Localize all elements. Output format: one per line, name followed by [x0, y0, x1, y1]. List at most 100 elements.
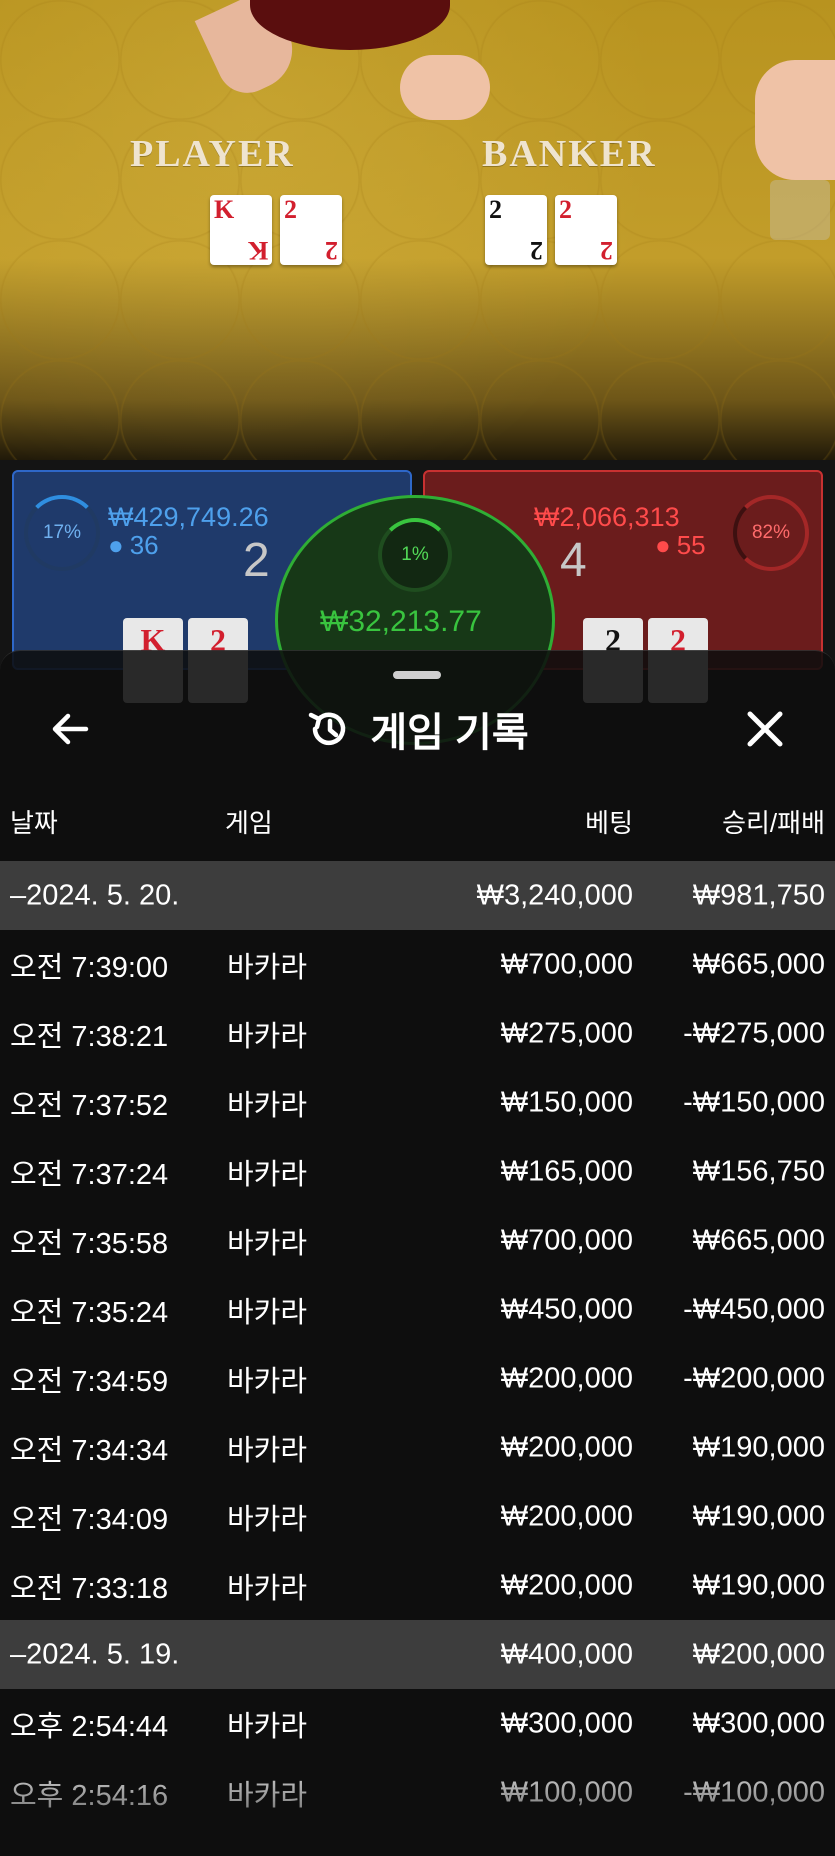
- row-result: ₩665,000: [692, 948, 825, 980]
- row-time: 오전 7:38:21: [10, 1020, 169, 1053]
- banker-bettor-count: ● 55: [655, 530, 706, 561]
- row-time: 오후 2:54:16: [10, 1779, 169, 1812]
- row-game: 바카라: [227, 1089, 308, 1122]
- row-result: -₩275,000: [683, 1017, 825, 1049]
- history-row[interactable]: 오전 7:34:34 바카라 ₩200,000 ₩190,000: [0, 1413, 835, 1482]
- date-group-row[interactable]: –2024. 5. 20. ₩3,240,000 ₩981,750: [0, 861, 835, 930]
- close-button[interactable]: [735, 699, 795, 759]
- row-game: 바카라: [227, 1572, 308, 1605]
- row-bet: ₩200,000: [500, 1431, 633, 1463]
- column-header-bet: 베팅: [585, 808, 633, 838]
- history-row[interactable]: 오후 2:54:44 바카라 ₩300,000 ₩300,000: [0, 1689, 835, 1758]
- row-result: ₩190,000: [692, 1431, 825, 1463]
- live-video-feed: PLAYER BANKER K K 2 2 2 2 2 2: [0, 0, 835, 470]
- row-bet: ₩100,000: [500, 1776, 633, 1808]
- banker-count: 55: [676, 530, 706, 560]
- history-icon: [309, 712, 346, 746]
- card-rank-flipped: 2: [600, 236, 613, 265]
- history-row[interactable]: 오전 7:37:52 바카라 ₩150,000 -₩150,000: [0, 1068, 835, 1137]
- dealer-hand: [400, 55, 490, 120]
- card-shoe: [770, 180, 830, 240]
- sheet-header: 게임 기록: [0, 699, 835, 759]
- close-icon: [747, 711, 783, 747]
- row-bet: ₩165,000: [500, 1155, 633, 1187]
- row-bet: ₩200,000: [500, 1362, 633, 1394]
- row-game: 바카라: [227, 1020, 308, 1053]
- column-header-result: 승리/패배: [722, 808, 825, 838]
- user-icon: ●: [655, 530, 671, 560]
- row-bet: ₩700,000: [500, 1224, 633, 1256]
- row-bet: ₩200,000: [500, 1500, 633, 1532]
- user-icon: ●: [108, 530, 124, 560]
- result-total: ₩200,000: [692, 1638, 825, 1670]
- date-group-row[interactable]: –2024. 5. 19. ₩400,000 ₩200,000: [0, 1620, 835, 1689]
- row-result: -₩100,000: [683, 1776, 825, 1808]
- history-row[interactable]: 오전 7:34:09 바카라 ₩200,000 ₩190,000: [0, 1482, 835, 1551]
- row-result: ₩665,000: [692, 1224, 825, 1256]
- row-game: 바카라: [227, 1710, 308, 1743]
- history-row[interactable]: 오전 7:33:18 바카라 ₩200,000 ₩190,000: [0, 1551, 835, 1620]
- row-result: ₩190,000: [692, 1569, 825, 1601]
- row-time: 오전 7:37:24: [10, 1158, 169, 1191]
- row-game: 바카라: [227, 1227, 308, 1260]
- row-result: -₩150,000: [683, 1086, 825, 1118]
- row-game: 바카라: [227, 1296, 308, 1329]
- history-row[interactable]: 오전 7:35:24 바카라 ₩450,000 -₩450,000: [0, 1275, 835, 1344]
- card-rank: 2: [284, 195, 297, 224]
- row-time: 오전 7:34:09: [10, 1503, 169, 1536]
- tie-bet-amount: ₩32,213.77: [320, 605, 482, 638]
- row-time: 오전 7:35:24: [10, 1296, 169, 1329]
- player-score: 2: [243, 534, 270, 587]
- sheet-title: 게임 기록: [370, 711, 529, 755]
- row-bet: ₩275,000: [500, 1017, 633, 1049]
- result-total: ₩981,750: [692, 879, 825, 911]
- row-game: 바카라: [227, 1434, 308, 1467]
- row-game: 바카라: [227, 1503, 308, 1536]
- banker-score: 4: [560, 534, 587, 587]
- column-header-game: 게임: [225, 808, 273, 838]
- player-card-1: K K: [210, 195, 272, 265]
- history-list: –2024. 5. 20. ₩3,240,000 ₩981,750 오전 7:3…: [0, 861, 835, 1827]
- player-bet-amount: ₩429,749.26: [108, 502, 269, 532]
- player-bettor-count: ● 36: [108, 530, 159, 561]
- history-row[interactable]: 오전 7:34:59 바카라 ₩200,000 -₩200,000: [0, 1344, 835, 1413]
- row-bet: ₩150,000: [500, 1086, 633, 1118]
- card-rank: K: [214, 195, 235, 224]
- banker-card-1: 2 2: [485, 195, 547, 265]
- row-time: 오전 7:39:00: [10, 951, 169, 984]
- history-row[interactable]: 오후 2:54:16 바카라 ₩100,000 -₩100,000: [0, 1758, 835, 1827]
- row-result: -₩450,000: [683, 1293, 825, 1325]
- row-result: ₩190,000: [692, 1500, 825, 1532]
- card-rank: 2: [489, 195, 502, 224]
- sheet-drag-handle[interactable]: [393, 671, 441, 679]
- row-time: 오전 7:33:18: [10, 1572, 169, 1605]
- history-row[interactable]: 오전 7:38:21 바카라 ₩275,000 -₩275,000: [0, 999, 835, 1068]
- row-bet: ₩200,000: [500, 1569, 633, 1601]
- tie-percent-ring: 1%: [378, 518, 452, 592]
- card-rank-flipped: 2: [530, 236, 543, 265]
- row-game: 바카라: [227, 1779, 308, 1812]
- row-game: 바카라: [227, 951, 308, 984]
- row-bet: ₩700,000: [500, 948, 633, 980]
- row-game: 바카라: [227, 1158, 308, 1191]
- row-time: 오전 7:35:58: [10, 1227, 169, 1260]
- history-row[interactable]: 오전 7:35:58 바카라 ₩700,000 ₩665,000: [0, 1206, 835, 1275]
- banker-card-2: 2 2: [555, 195, 617, 265]
- player-card-2: 2 2: [280, 195, 342, 265]
- banker-bet-amount: ₩2,066,313: [534, 502, 680, 532]
- player-percent-ring: 17%: [24, 495, 100, 571]
- banker-percent-ring: 82%: [733, 495, 809, 571]
- row-time: 오전 7:34:34: [10, 1434, 169, 1467]
- row-bet: ₩450,000: [500, 1293, 633, 1325]
- dealer-hand-right: [755, 60, 835, 180]
- history-row[interactable]: 오전 7:37:24 바카라 ₩165,000 ₩156,750: [0, 1137, 835, 1206]
- felt-player-label: PLAYER: [130, 133, 295, 175]
- sheet-title-group: 게임 기록: [0, 699, 835, 759]
- history-row[interactable]: 오전 7:39:00 바카라 ₩700,000 ₩665,000: [0, 930, 835, 999]
- row-bet: ₩300,000: [500, 1707, 633, 1739]
- bet-total: ₩3,240,000: [476, 879, 633, 911]
- date-label: –2024. 5. 20.: [10, 879, 180, 911]
- row-result: -₩200,000: [683, 1362, 825, 1394]
- bet-total: ₩400,000: [500, 1638, 633, 1670]
- row-time: 오전 7:34:59: [10, 1365, 169, 1398]
